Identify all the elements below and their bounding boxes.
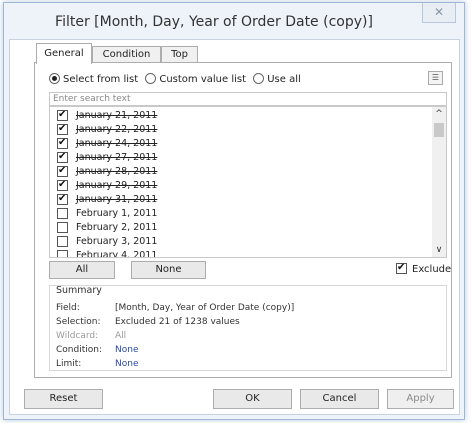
select-none-button[interactable]: None — [131, 261, 206, 279]
select-all-button[interactable]: All — [49, 261, 115, 279]
list-item[interactable]: February 2, 2011 — [50, 221, 430, 235]
list-item-label: January 24, 2011 — [76, 138, 158, 149]
summary-condition-link[interactable]: None — [115, 345, 138, 355]
list-item[interactable]: January 29, 2011 — [50, 179, 430, 193]
list-item[interactable]: February 1, 2011 — [50, 207, 430, 221]
summary-label: Limit: — [56, 359, 82, 369]
list-item-label: January 28, 2011 — [76, 166, 158, 177]
checkbox[interactable] — [57, 236, 68, 247]
list-item-label: January 22, 2011 — [76, 124, 158, 135]
checkbox[interactable] — [57, 250, 68, 257]
scroll-thumb[interactable] — [434, 123, 444, 137]
radio-icon — [49, 73, 60, 84]
checkbox[interactable] — [57, 208, 68, 219]
summary-limit-link[interactable]: None — [115, 359, 138, 369]
chevron-up-icon[interactable]: ^ — [432, 107, 446, 121]
list-item[interactable]: February 4, 2011 — [50, 249, 430, 258]
reset-button[interactable]: Reset — [24, 389, 103, 409]
list-item-label: January 27, 2011 — [76, 152, 158, 163]
list-item-label: February 1, 2011 — [76, 208, 158, 219]
checkbox[interactable] — [57, 151, 68, 163]
list-item-label: February 4, 2011 — [76, 250, 158, 258]
checkbox[interactable] — [57, 123, 68, 135]
checkbox[interactable] — [57, 222, 68, 233]
list-item[interactable]: January 24, 2011 — [50, 137, 430, 151]
checkbox[interactable] — [57, 137, 68, 149]
radio-label: Use all — [267, 74, 301, 85]
tab-general[interactable]: General — [36, 43, 92, 64]
summary-label: Field: — [56, 303, 80, 313]
checkbox[interactable] — [57, 165, 68, 177]
close-icon[interactable]: ✕ — [422, 3, 456, 23]
summary-title: Summary — [56, 285, 102, 296]
exclude-label: Exclude — [412, 264, 452, 275]
radio-select-from-list[interactable]: Select from list — [49, 73, 142, 85]
tab-top[interactable]: Top — [161, 46, 198, 63]
list-item[interactable]: January 28, 2011 — [50, 165, 430, 179]
dialog-body: General Condition Top Select from list C… — [9, 39, 460, 415]
dialog-title: Filter [Month, Day, Year of Order Date (… — [55, 14, 373, 30]
radio-label: Custom value list — [159, 74, 247, 85]
list-item[interactable]: February 3, 2011 — [50, 235, 430, 249]
radio-label: Select from list — [63, 74, 139, 85]
ok-button[interactable]: OK — [213, 389, 292, 409]
chevron-down-icon[interactable]: ∨ — [432, 243, 446, 257]
summary-box: Summary Field: [Month, Day, Year of Orde… — [49, 285, 447, 371]
list-item-label: February 3, 2011 — [76, 236, 158, 247]
list-item-label: January 21, 2011 — [76, 110, 158, 121]
checkbox[interactable] — [57, 109, 68, 121]
filter-dialog: Filter [Month, Day, Year of Order Date (… — [3, 2, 465, 420]
title-bar: Filter [Month, Day, Year of Order Date (… — [4, 3, 464, 39]
checkbox[interactable] — [57, 193, 68, 205]
list-item[interactable]: January 27, 2011 — [50, 151, 430, 165]
list-menu-icon[interactable]: ☰ — [428, 71, 443, 85]
summary-value: All — [115, 331, 127, 341]
list-item-label: January 29, 2011 — [76, 180, 158, 191]
radio-icon — [253, 73, 265, 84]
summary-value: Excluded 21 of 1238 values — [115, 317, 240, 327]
summary-label: Selection: — [56, 317, 101, 327]
apply-button[interactable]: Apply — [387, 389, 454, 409]
radio-icon — [145, 73, 157, 84]
list-item[interactable]: January 31, 2011 — [50, 193, 430, 207]
exclude-checkbox[interactable] — [396, 262, 407, 274]
tab-condition[interactable]: Condition — [92, 46, 161, 63]
radio-use-all[interactable]: Use all — [253, 73, 305, 85]
list-scrollbar[interactable]: ^ ∨ — [432, 107, 446, 257]
list-item-label: January 31, 2011 — [76, 194, 158, 205]
summary-value: [Month, Day, Year of Order Date (copy)] — [115, 303, 295, 313]
checkbox[interactable] — [57, 179, 68, 191]
general-panel: Select from list Custom value list Use a… — [34, 62, 452, 378]
summary-label: Condition: — [56, 345, 102, 355]
list-item[interactable]: January 22, 2011 — [50, 123, 430, 137]
list-item-label: February 2, 2011 — [76, 222, 158, 233]
value-list: January 21, 2011 January 22, 2011 Januar… — [49, 106, 447, 258]
radio-custom-value-list[interactable]: Custom value list — [145, 73, 250, 85]
search-input[interactable]: Enter search text — [49, 92, 447, 106]
selection-mode-group: Select from list Custom value list Use a… — [49, 73, 305, 87]
summary-label: Wildcard: — [56, 331, 99, 341]
cancel-button[interactable]: Cancel — [300, 389, 379, 409]
list-item[interactable]: January 21, 2011 — [50, 109, 430, 123]
